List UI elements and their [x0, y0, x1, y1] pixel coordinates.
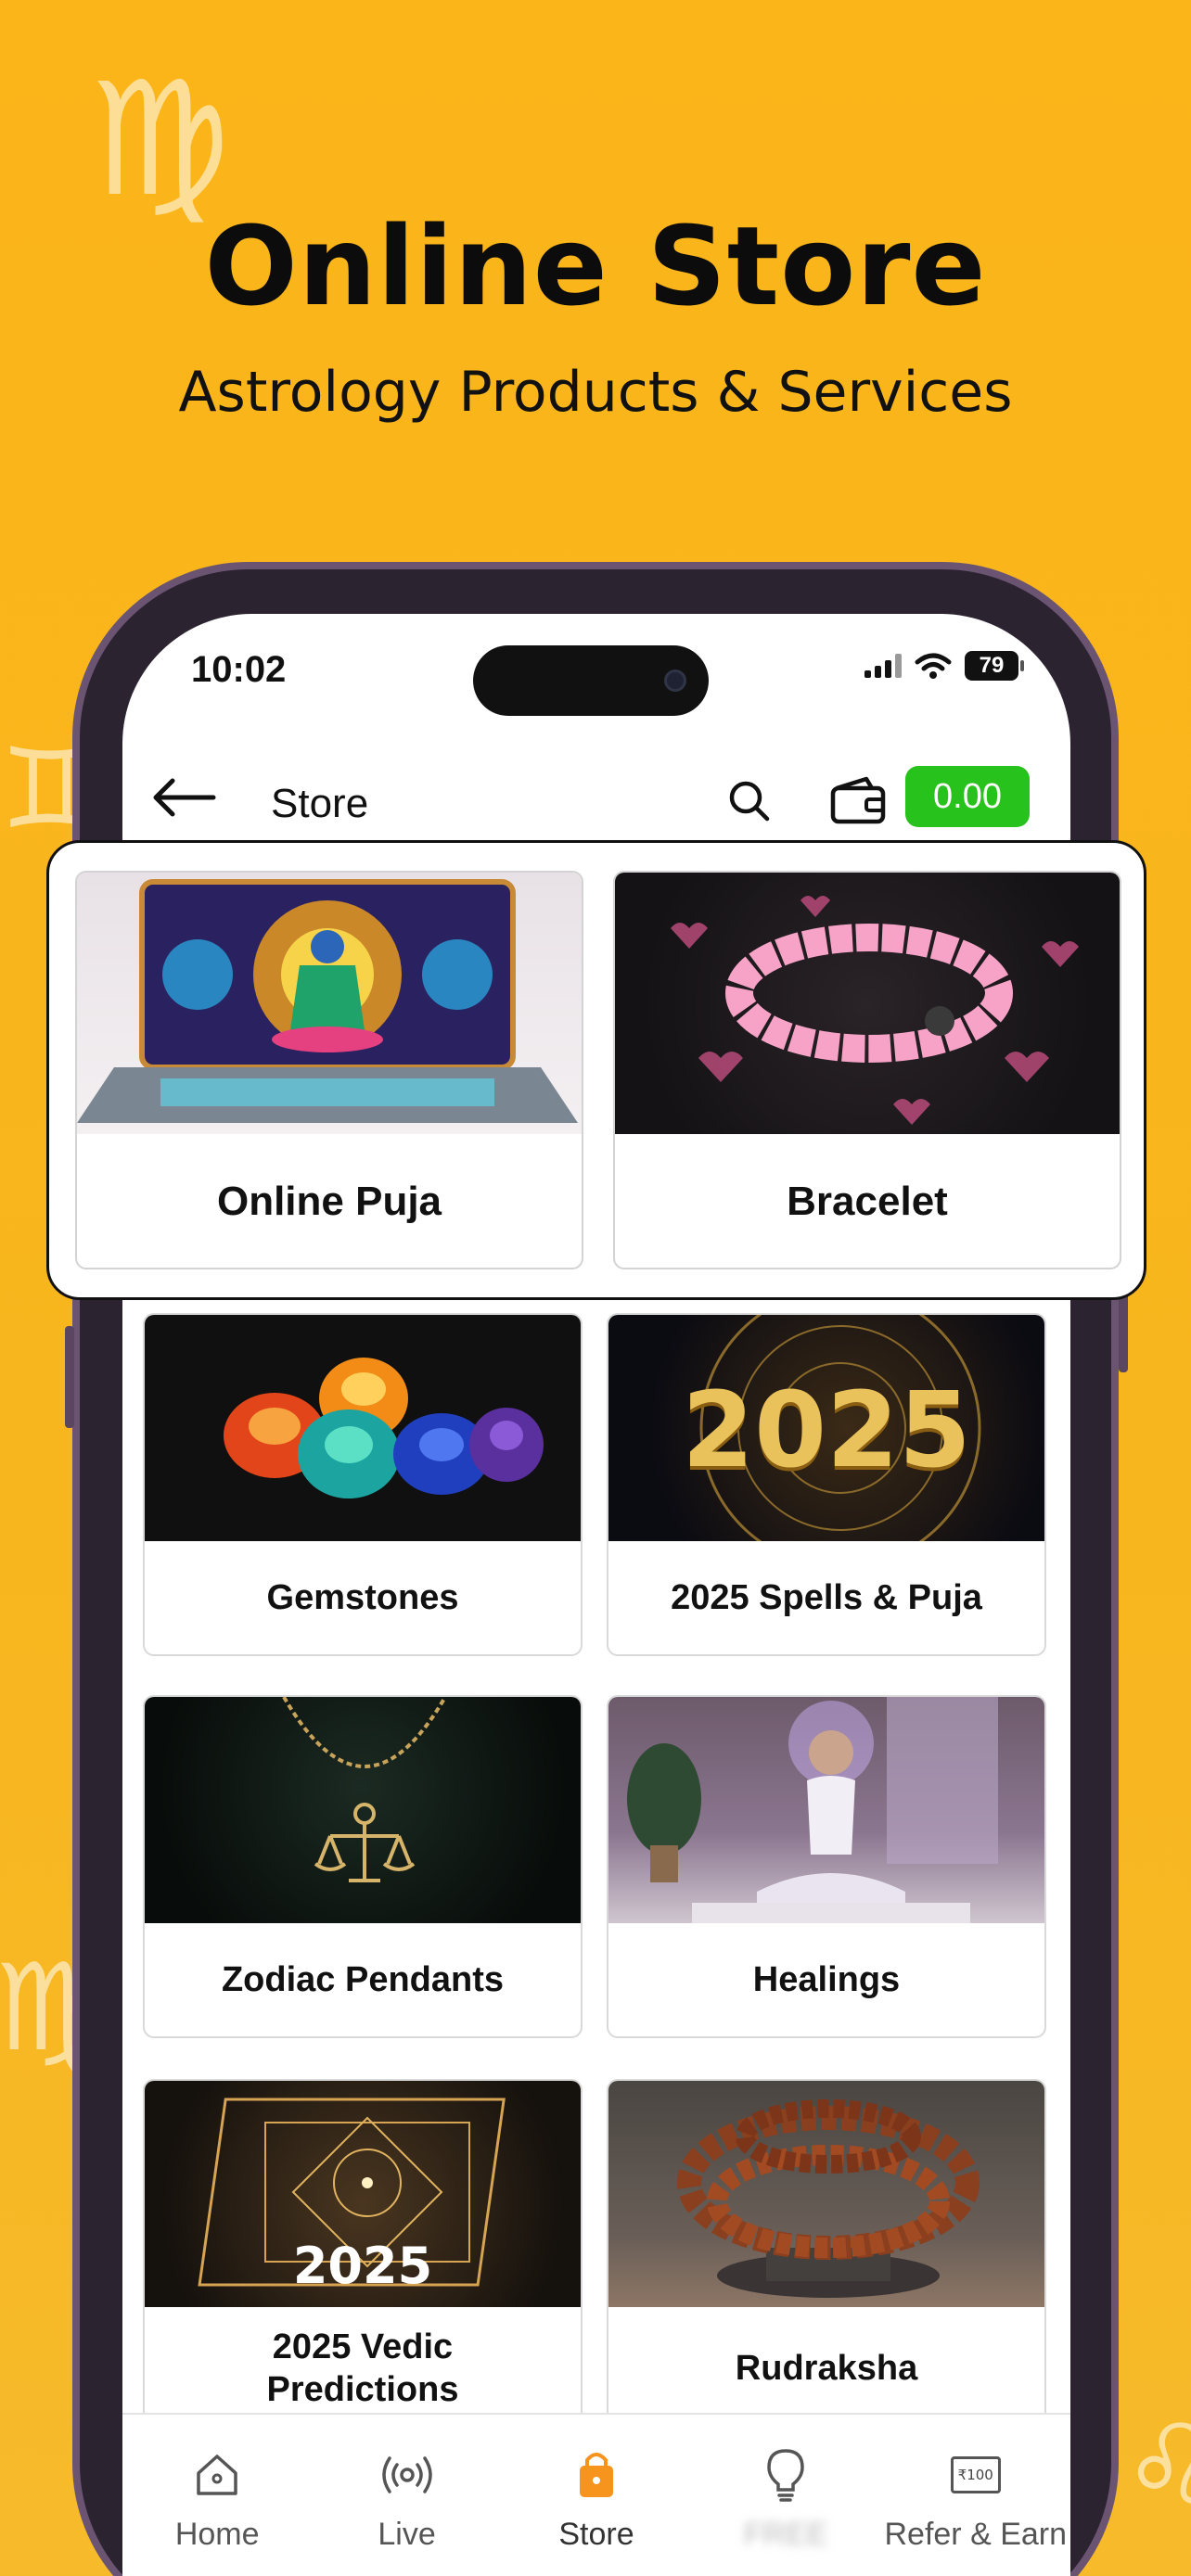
zodiac-pendant-image [145, 1697, 581, 1923]
category-card-2025-vedic-predictions[interactable]: 2025 2025 Vedic Predictions [143, 2079, 583, 2431]
nav-item-live[interactable]: Live [312, 2415, 501, 2576]
lightbulb-icon [767, 2449, 805, 2502]
vedic-predictions-image: 2025 [145, 2081, 581, 2307]
rudraksha-image [608, 2081, 1044, 2307]
virgo-symbol-icon: ♍ [89, 48, 231, 232]
healings-image [608, 1697, 1044, 1923]
category-card-healings[interactable]: Healings [607, 1695, 1046, 2038]
nav-label: Live [378, 2517, 436, 2552]
year-2025-text: 2025 [682, 1371, 971, 1491]
hero-subtitle: Astrology Products & Services [178, 360, 1013, 425]
category-label: Online Puja [216, 1179, 442, 1224]
spells-2025-image: 2025 [608, 1315, 1044, 1541]
category-card-2025-spells-puja[interactable]: 2025 2025 Spells & Puja [607, 1313, 1046, 1656]
category-label: Zodiac Pendants [221, 1960, 505, 2000]
category-card-bracelet[interactable]: Bracelet [613, 871, 1121, 1269]
rupee-note-icon: ₹100 [950, 2456, 1001, 2493]
dynamic-island [473, 645, 709, 716]
status-icons: 79 [864, 651, 1024, 681]
category-card-zodiac-pendants[interactable]: Zodiac Pendants [143, 1695, 583, 2038]
category-label: Healings [752, 1960, 901, 2000]
camera-icon [664, 670, 686, 692]
nav-label: Store [558, 2517, 634, 2552]
bottom-navigation: Home Live Store FREE ₹100 Refer & Earn [122, 2413, 1070, 2576]
battery-icon: 79 [965, 651, 1024, 681]
nav-label: FREE [744, 2517, 828, 2552]
signal-icon [864, 654, 902, 678]
bracelet-image [615, 873, 1120, 1134]
status-time: 10:02 [191, 649, 287, 690]
category-label: Bracelet [787, 1179, 948, 1224]
category-label: 2025 Spells & Puja [671, 1578, 982, 1618]
app-bar: Store 0.00 [122, 753, 1070, 846]
back-arrow-icon[interactable] [147, 770, 221, 835]
nav-item-free[interactable]: FREE [691, 2415, 880, 2576]
nav-label: Refer & Earn [884, 2517, 1068, 2552]
wifi-icon [915, 653, 952, 679]
nav-item-home[interactable]: Home [122, 2415, 312, 2576]
wallet-balance-button[interactable]: 0.00 [905, 766, 1030, 827]
phone-volume-button [65, 1326, 74, 1428]
category-card-online-puja[interactable]: Online Puja [75, 871, 583, 1269]
category-label: Gemstones [266, 1578, 459, 1618]
hero-title: Online Store [204, 202, 987, 330]
category-card-gemstones[interactable]: Gemstones [143, 1313, 583, 1656]
nav-item-refer-earn[interactable]: ₹100 Refer & Earn [881, 2415, 1070, 2576]
shopping-bag-icon [579, 2453, 613, 2497]
category-card-rudraksha[interactable]: Rudraksha [607, 2079, 1046, 2431]
page-title: Store [271, 781, 369, 826]
nav-item-store[interactable]: Store [502, 2415, 691, 2576]
home-icon [197, 2455, 237, 2495]
nav-label: Home [174, 2517, 260, 2552]
online-puja-image [77, 873, 582, 1134]
year-2025-label: 2025 [292, 2237, 433, 2295]
status-bar: 10:02 79 [122, 614, 1070, 725]
leo-symbol-icon: ♌ [1122, 2402, 1191, 2531]
wallet-icon[interactable] [829, 775, 889, 832]
featured-categories-panel: Online Puja Bracelet [46, 840, 1146, 1300]
gemstones-image [145, 1315, 581, 1541]
search-icon[interactable] [725, 777, 774, 830]
broadcast-icon [381, 2456, 432, 2493]
